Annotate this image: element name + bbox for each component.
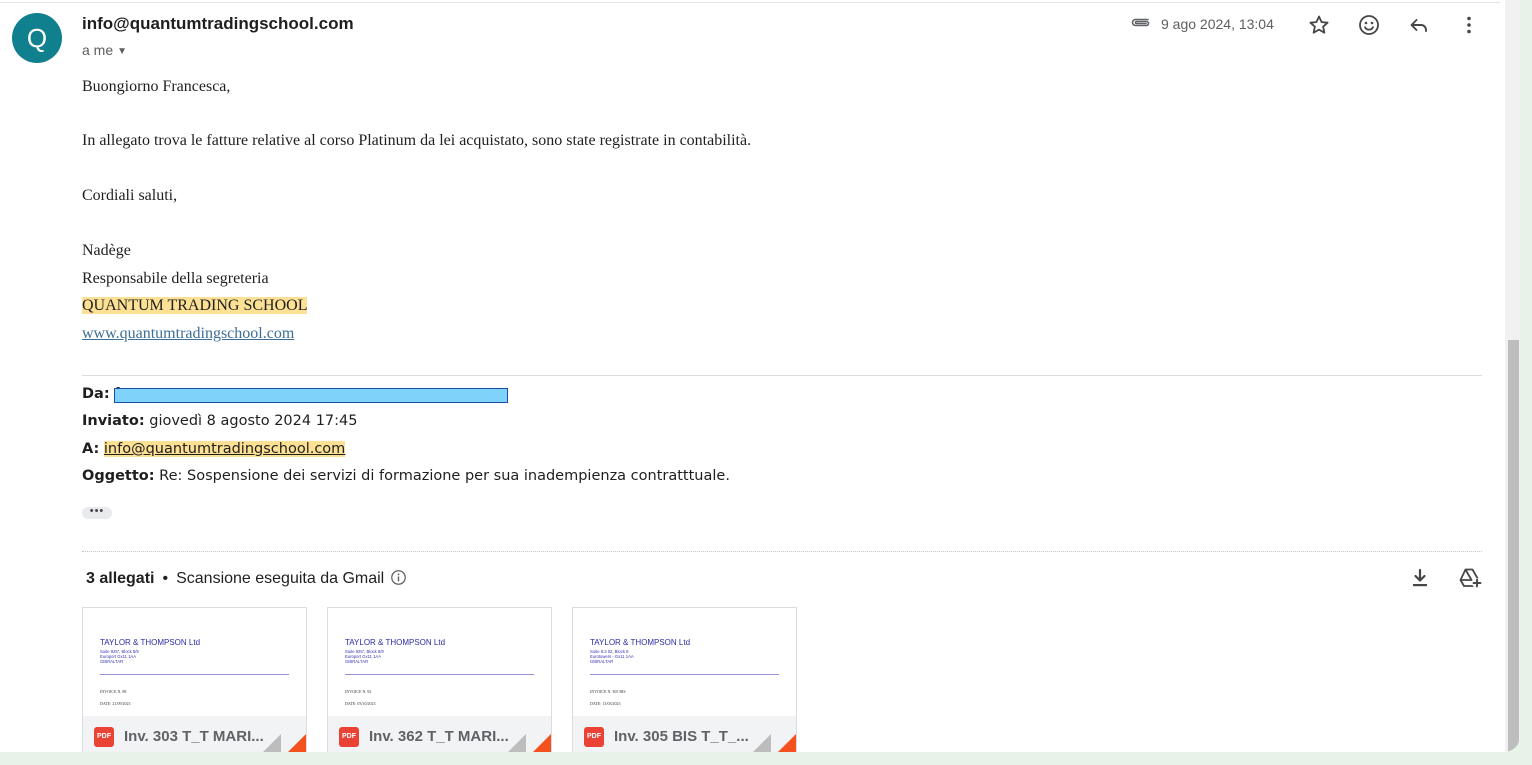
sender-email[interactable]: info@quantumtradingschool.com xyxy=(82,14,354,34)
reply-icon[interactable] xyxy=(1407,13,1431,37)
doc-address: Suite 925", Block 8/9 Europort Gx11 1AA GI… xyxy=(100,649,139,665)
quoted-sent-label: Inviato: xyxy=(82,413,145,429)
doc-invoice-number: INVOICE N. 305 BIS xyxy=(590,689,626,694)
attachments-divider xyxy=(82,551,1482,552)
quoted-subject-label: Oggetto: xyxy=(82,468,155,484)
pdf-icon: PDF xyxy=(584,727,604,747)
quoted-to-link[interactable]: info@quantumtradingschool.com xyxy=(103,441,346,457)
scan-label: Scansione eseguita da Gmail xyxy=(176,570,385,587)
doc-date: DATE: 13/03/2023 xyxy=(590,701,621,706)
quoted-subject-value: Re: Sospensione dei servizi di formazion… xyxy=(159,468,730,484)
pdf-icon: PDF xyxy=(94,727,114,747)
doc-rule xyxy=(590,674,779,675)
caret-down-icon: ▼ xyxy=(117,46,128,57)
attachment-preview[interactable]: TAYLOR & THOMPSON Ltd Suite 925", Block … xyxy=(328,608,551,716)
signature-website-row: www.quantumtradingschool.com xyxy=(82,325,294,343)
email-closing: Cordiali saluti, xyxy=(82,187,178,204)
attachment-card[interactable]: TAYLOR & THOMPSON Ltd Suite 925", Block … xyxy=(327,607,552,752)
doc-address: Suite 925", Block 8/9 Europort Gx11 1AA GI… xyxy=(345,649,384,665)
add-to-drive-icon[interactable] xyxy=(1457,566,1483,590)
email-paragraph: In allegato trova le fatture relative al… xyxy=(82,132,752,149)
doc-company: TAYLOR & THOMPSON Ltd xyxy=(345,638,446,647)
download-all-icon[interactable] xyxy=(1408,566,1432,590)
signature-role: Responsabile della segreteria xyxy=(82,270,269,287)
info-icon[interactable] xyxy=(390,569,407,586)
top-divider xyxy=(0,2,1500,3)
emoji-icon[interactable] xyxy=(1357,13,1381,37)
doc-company: TAYLOR & THOMPSON Ltd xyxy=(590,638,691,647)
show-trimmed-content-button[interactable]: ••• xyxy=(82,506,112,519)
scrollbar-thumb[interactable] xyxy=(1508,340,1519,752)
quoted-to-label: A: xyxy=(82,441,100,457)
attachment-icon xyxy=(1131,18,1150,27)
sender-avatar[interactable]: Q xyxy=(12,13,62,63)
more-vert-icon[interactable] xyxy=(1457,13,1481,37)
quoted-sent: Inviato: giovedì 8 agosto 2024 17:45 xyxy=(82,413,358,429)
star-icon[interactable] xyxy=(1307,13,1331,37)
attachment-filename[interactable]: Inv. 303 T_T MARI... xyxy=(124,728,264,745)
corner-fold-icon xyxy=(508,734,551,752)
quoted-subject: Oggetto: Re: Sospensione dei servizi di … xyxy=(82,468,730,484)
doc-address: Suite 8.3 02, Block 8 Eurotowers - Gx11 1… xyxy=(590,649,634,665)
attachment-footer[interactable]: PDF Inv. 305 BIS T_T_... xyxy=(573,716,796,752)
attachment-footer[interactable]: PDF Inv. 303 T_T MARI... xyxy=(83,716,306,752)
attachment-filename[interactable]: Inv. 305 BIS T_T_... xyxy=(614,728,749,745)
doc-company: TAYLOR & THOMPSON Ltd xyxy=(100,638,201,647)
recipient-details-toggle[interactable]: a me ▼ xyxy=(82,42,127,58)
quoted-sent-value: giovedì 8 agosto 2024 17:45 xyxy=(149,413,358,429)
quoted-from-label: Da: xyxy=(82,386,110,402)
header-separator: • xyxy=(162,570,169,587)
corner-fold-icon xyxy=(263,734,306,752)
doc-rule xyxy=(345,674,534,675)
attachment-card[interactable]: TAYLOR & THOMPSON Ltd Suite 8.3 02, Bloc… xyxy=(572,607,797,752)
doc-rule xyxy=(100,674,289,675)
signature-company: QUANTUM TRADING SCHOOL xyxy=(82,297,308,315)
doc-date: DATE: 03/10/2023 xyxy=(345,701,376,706)
pdf-icon: PDF xyxy=(339,727,359,747)
attachment-card[interactable]: TAYLOR & THOMPSON Ltd Suite 925", Block … xyxy=(82,607,307,752)
signature-company-text: QUANTUM TRADING SCHOOL xyxy=(82,297,308,314)
recipient-label: a me xyxy=(82,42,114,58)
attachments-header: 3 allegati • Scansione eseguita da Gmail xyxy=(86,569,407,588)
attachment-footer[interactable]: PDF Inv. 362 T_T MARI... xyxy=(328,716,551,752)
corner-fold-icon xyxy=(753,734,796,752)
signature-website-link[interactable]: www.quantumtradingschool.com xyxy=(82,325,294,342)
message-date: 9 ago 2024, 13:04 xyxy=(1161,16,1274,32)
doc-invoice-number: INVOICE N. 82 xyxy=(345,689,372,694)
redaction-box xyxy=(114,388,508,403)
doc-date: DATE: 21/09/2023 xyxy=(100,701,131,706)
attachments-count: 3 allegati xyxy=(86,570,155,587)
signature-name: Nadège xyxy=(82,242,131,259)
doc-invoice-number: INVOICE N. 88 xyxy=(100,689,127,694)
quoted-to: A: info@quantumtradingschool.com xyxy=(82,441,346,457)
email-greeting: Buongiorno Francesca, xyxy=(82,78,231,95)
quote-divider xyxy=(82,375,1482,376)
attachment-filename[interactable]: Inv. 362 T_T MARI... xyxy=(369,728,509,745)
attachment-preview[interactable]: TAYLOR & THOMPSON Ltd Suite 925", Block … xyxy=(83,608,306,716)
attachment-preview[interactable]: TAYLOR & THOMPSON Ltd Suite 8.3 02, Bloc… xyxy=(573,608,796,716)
email-message-view: Q info@quantumtradingschool.com a me ▼ 9 … xyxy=(0,0,1520,752)
